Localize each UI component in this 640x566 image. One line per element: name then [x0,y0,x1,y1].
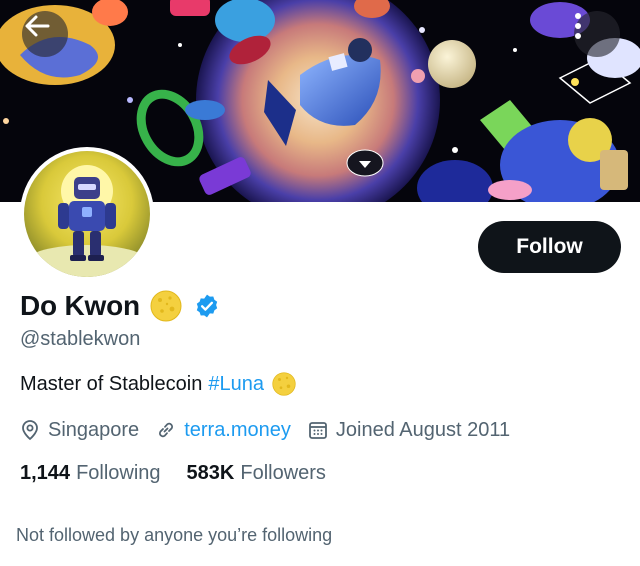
followed-by-note: Not followed by anyone you’re following [16,525,333,545]
profile-meta: Singapore terra.money Joined August 2011 [20,416,527,444]
avatar-image [24,151,150,277]
bio-text: Master of Stablecoin [20,372,203,395]
follow-button[interactable]: Follow [478,221,621,273]
avatar[interactable] [20,147,154,281]
location-item: Singapore [20,419,139,442]
display-name: Do Kwon [20,290,140,321]
followers-link[interactable]: 583K Followers [187,462,326,485]
follow-stats: 1,144 Following 583K Followers [20,462,352,485]
location-text: Singapore [48,418,140,441]
following-label: Following [76,462,161,484]
location-pin-icon [20,419,48,441]
more-options-button[interactable] [574,11,620,57]
full-moon-face-icon [150,290,182,322]
verified-badge-icon [194,293,220,319]
following-count: 1,144 [20,462,71,484]
following-link[interactable]: 1,144 Following [20,462,161,485]
calendar-icon [308,420,336,440]
followers-count: 583K [186,462,235,484]
website-item: terra.money [156,419,291,442]
back-button[interactable] [22,11,68,57]
followers-label: Followers [240,462,326,484]
profile-name-row: Do Kwon [20,286,220,326]
link-icon [156,420,184,440]
website-link[interactable]: terra.money [184,419,291,442]
full-moon-face-icon [272,372,296,396]
joined-item: Joined August 2011 [308,419,510,442]
bio-hashtag-link[interactable]: #Luna [208,373,264,396]
profile-bio: Master of Stablecoin #Luna [20,372,296,396]
username-handle: @stablekwon [20,328,141,350]
joined-date: Joined August 2011 [335,418,511,441]
